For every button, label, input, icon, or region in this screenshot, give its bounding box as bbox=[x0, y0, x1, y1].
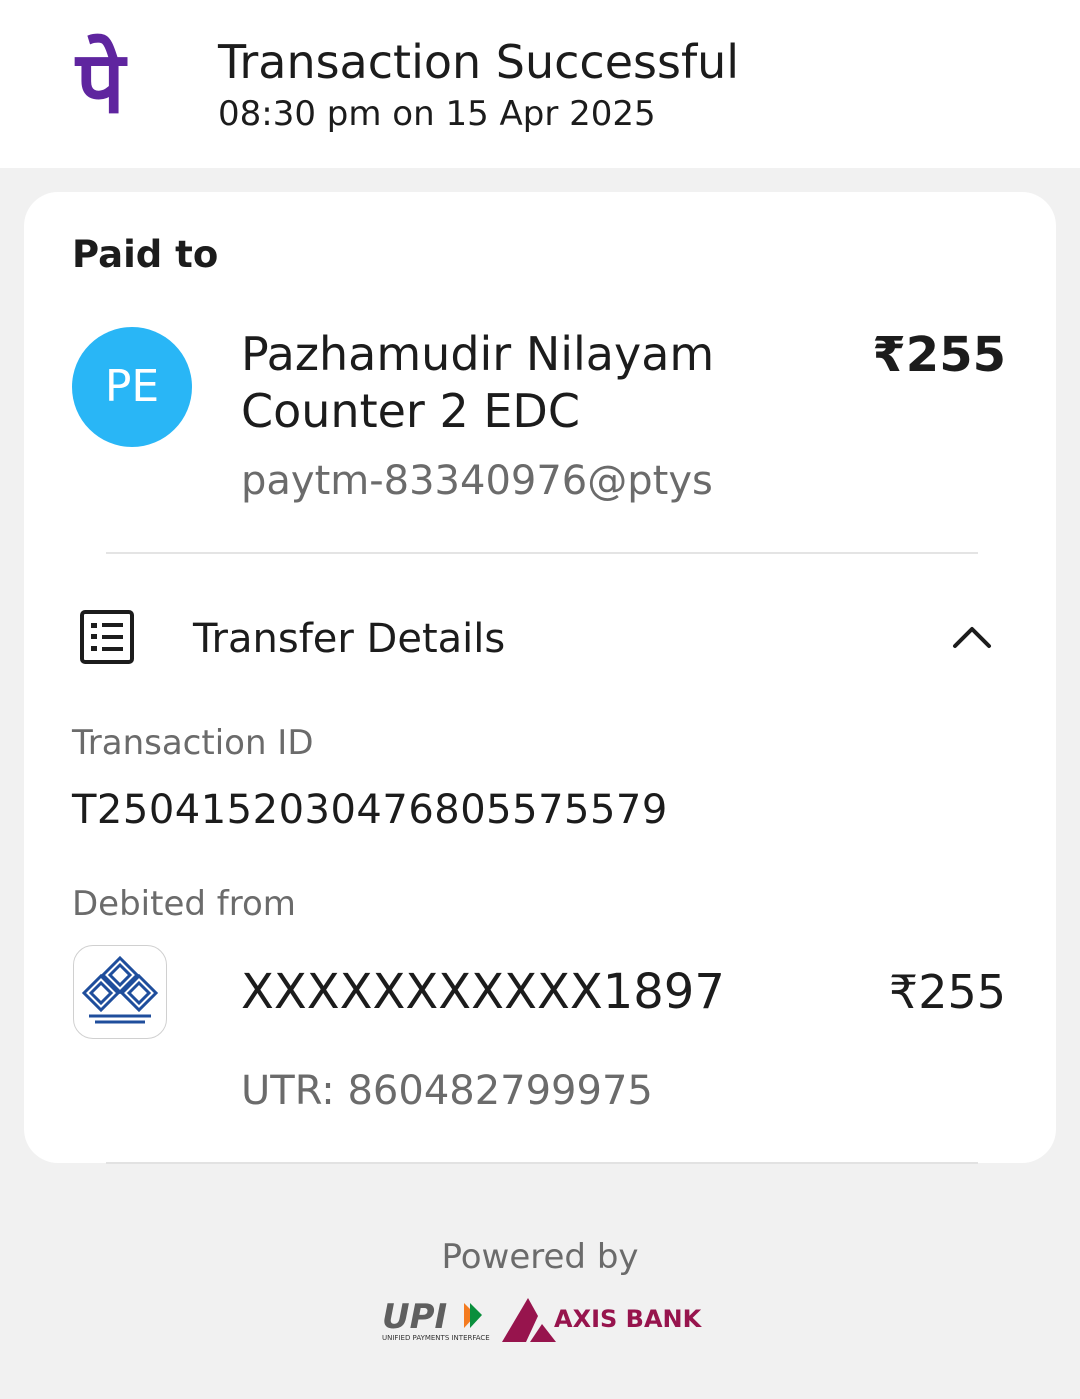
receipt-list-icon bbox=[80, 610, 134, 664]
bank-logo-icon bbox=[73, 945, 167, 1039]
header: पे Transaction Successful 08:30 pm on 15… bbox=[0, 0, 1080, 168]
debited-account-number: XXXXXXXXXXX1897 bbox=[241, 964, 725, 1020]
powered-by-label: Powered by bbox=[441, 1237, 639, 1277]
debited-from-label: Debited from bbox=[72, 884, 296, 924]
axis-bank-logo-icon: AXIS BANK bbox=[502, 1298, 702, 1342]
upi-tagline: UNIFIED PAYMENTS INTERFACE bbox=[382, 1334, 490, 1342]
transaction-datetime: 08:30 pm on 15 Apr 2025 bbox=[218, 94, 656, 134]
paid-to-label: Paid to bbox=[72, 233, 219, 276]
debited-amount: ₹255 bbox=[888, 965, 1006, 1019]
axis-bank-text: AXIS BANK bbox=[554, 1305, 702, 1333]
page-title: Transaction Successful bbox=[218, 35, 740, 89]
payee-name: Pazhamudir Nilayam Counter 2 EDC bbox=[241, 327, 715, 438]
payee-upi-id: paytm-83340976@ptys bbox=[241, 458, 713, 504]
card-bottom-divider bbox=[106, 1162, 978, 1164]
upi-logo-text: UPI bbox=[382, 1298, 447, 1337]
transaction-id-label: Transaction ID bbox=[72, 723, 314, 763]
chevron-up-icon[interactable] bbox=[951, 620, 993, 650]
utr-number: UTR: 860482799975 bbox=[241, 1068, 653, 1114]
transaction-id-value: T2504152030476805575579 bbox=[72, 787, 668, 833]
payee-avatar: PE bbox=[72, 327, 192, 447]
section-divider bbox=[106, 552, 978, 554]
transfer-details-title: Transfer Details bbox=[193, 616, 506, 662]
upi-logo-icon: UPI UNIFIED PAYMENTS INTERFACE bbox=[382, 1298, 490, 1342]
payee-amount: ₹255 bbox=[872, 327, 1006, 383]
phonepe-logo-icon: पे bbox=[76, 33, 125, 133]
